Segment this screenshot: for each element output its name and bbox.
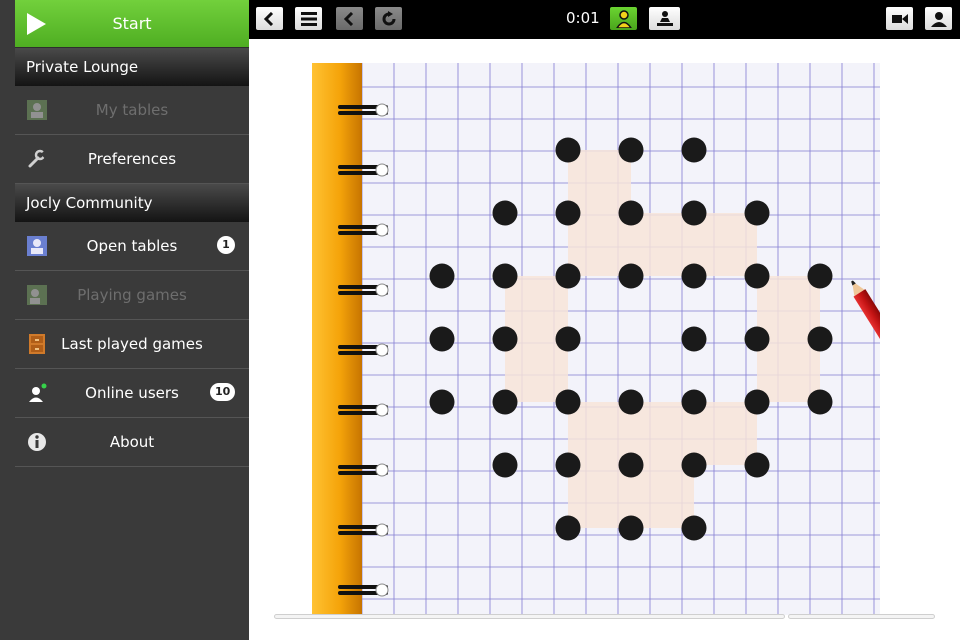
board-dot[interactable] — [429, 263, 455, 289]
shaded-cell — [568, 150, 631, 213]
top-toolbar: 0:01 — [249, 0, 960, 39]
board-dot[interactable] — [492, 200, 518, 226]
shaded-cell — [631, 402, 694, 465]
board-dot[interactable] — [555, 200, 581, 226]
game-board[interactable] — [312, 63, 880, 615]
board-dot[interactable] — [492, 326, 518, 352]
board-dot[interactable] — [744, 326, 770, 352]
shaded-cell — [757, 276, 820, 339]
sidebar-item-open-tables[interactable]: Open tables 1 — [15, 222, 249, 271]
board-dot[interactable] — [681, 137, 707, 163]
board-dot[interactable] — [555, 452, 581, 478]
board-dot[interactable] — [618, 452, 644, 478]
play-icon — [27, 13, 46, 35]
sidebar-item-label: Playing games — [77, 286, 187, 304]
board-dot[interactable] — [618, 263, 644, 289]
board-dot[interactable] — [492, 389, 518, 415]
game-timer: 0:01 — [566, 9, 600, 27]
horizontal-scrollbar[interactable] — [274, 614, 785, 619]
user-icon — [930, 11, 947, 27]
board-dot[interactable] — [618, 515, 644, 541]
game-area — [249, 39, 960, 640]
sidebar-item-playing-games[interactable]: Playing games — [15, 271, 249, 320]
start-button[interactable]: Start — [15, 0, 249, 48]
player-turn-icon — [615, 9, 632, 28]
restart-button[interactable] — [375, 7, 402, 30]
shaded-cell — [568, 465, 631, 528]
board-dot[interactable] — [555, 515, 581, 541]
board-dot[interactable] — [744, 389, 770, 415]
shaded-cell — [505, 339, 568, 402]
board-dot[interactable] — [555, 137, 581, 163]
board-dot[interactable] — [492, 452, 518, 478]
menu-button[interactable] — [295, 7, 322, 30]
player-turn-button[interactable] — [610, 7, 637, 30]
open-tables-badge: 1 — [217, 236, 235, 254]
board-dot[interactable] — [618, 200, 644, 226]
menu-icon — [300, 11, 317, 26]
board-dot[interactable] — [681, 389, 707, 415]
sidebar: Start Private Lounge My tables Preferenc… — [0, 0, 249, 640]
board-dot[interactable] — [492, 263, 518, 289]
board-dot[interactable] — [681, 515, 707, 541]
shaded-cell — [694, 213, 757, 276]
shaded-cell — [631, 465, 694, 528]
board-dot[interactable] — [744, 200, 770, 226]
video-camera-button[interactable] — [886, 7, 913, 30]
sidebar-item-label: Preferences — [87, 150, 177, 168]
sidebar-item-label: Last played games — [61, 335, 203, 353]
video-camera-icon — [891, 13, 908, 24]
board-dot[interactable] — [681, 326, 707, 352]
sidebar-item-label: My tables — [95, 101, 169, 119]
sidebar-item-label: Open tables — [86, 237, 178, 255]
undo-icon — [343, 11, 353, 26]
sidebar-item-preferences[interactable]: Preferences — [15, 135, 249, 184]
sidebar-item-about[interactable]: About — [15, 418, 249, 467]
sidebar-item-online-users[interactable]: Online users 10 — [15, 369, 249, 418]
board-dot[interactable] — [555, 326, 581, 352]
board-dot[interactable] — [681, 263, 707, 289]
sidebar-item-last-played-games[interactable]: Last played games — [15, 320, 249, 369]
shaded-cell — [568, 213, 631, 276]
back-icon — [263, 11, 273, 26]
restart-icon — [382, 10, 395, 25]
switch-sides-icon — [656, 10, 673, 26]
board-dot[interactable] — [681, 200, 707, 226]
online-users-badge: 10 — [210, 383, 236, 401]
board-dot[interactable] — [555, 389, 581, 415]
shaded-cell — [631, 213, 694, 276]
sidebar-item-my-tables[interactable]: My tables — [15, 86, 249, 135]
board-dot[interactable] — [429, 389, 455, 415]
board-dot[interactable] — [429, 326, 455, 352]
shaded-cell — [568, 402, 631, 465]
board-dot[interactable] — [807, 326, 833, 352]
board-dot[interactable] — [807, 263, 833, 289]
board-dot[interactable] — [555, 263, 581, 289]
switch-sides-button[interactable] — [649, 7, 680, 30]
section-private-lounge: Private Lounge — [15, 48, 249, 86]
board-dot[interactable] — [744, 263, 770, 289]
section-jocly-community: Jocly Community — [15, 184, 249, 222]
shaded-cell — [757, 339, 820, 402]
board-dot[interactable] — [744, 452, 770, 478]
sidebar-item-label: About — [109, 433, 155, 451]
shaded-cell — [505, 276, 568, 339]
board-dot[interactable] — [807, 389, 833, 415]
back-button[interactable] — [256, 7, 283, 30]
board-dot[interactable] — [681, 452, 707, 478]
start-label: Start — [112, 14, 152, 33]
horizontal-scrollbar-secondary[interactable] — [788, 614, 935, 619]
shaded-cell — [694, 402, 757, 465]
board-dot[interactable] — [618, 389, 644, 415]
undo-button[interactable] — [336, 7, 363, 30]
board-dot[interactable] — [618, 137, 644, 163]
user-button[interactable] — [925, 7, 952, 30]
